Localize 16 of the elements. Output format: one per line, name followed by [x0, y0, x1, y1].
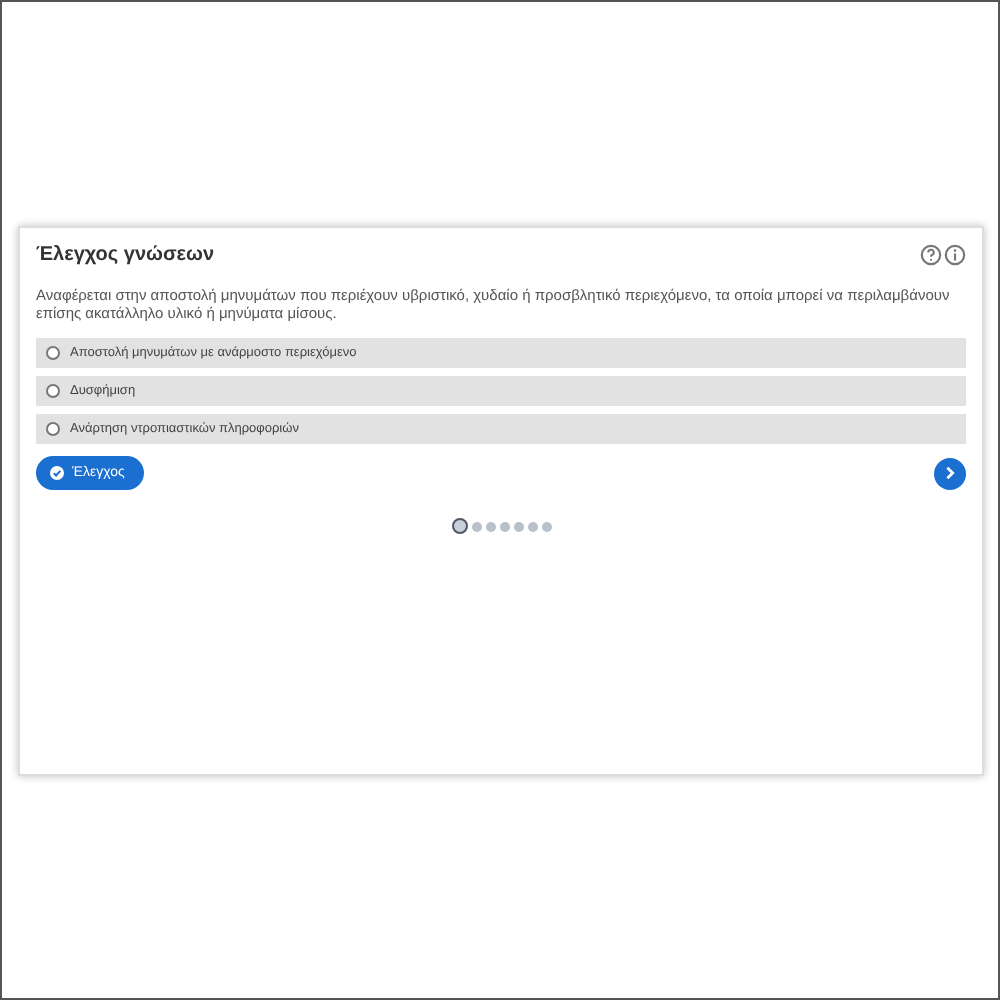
- info-icon[interactable]: [944, 244, 966, 266]
- help-icon[interactable]: [920, 244, 942, 266]
- page-dot[interactable]: [485, 521, 495, 531]
- page-dot[interactable]: [499, 521, 509, 531]
- radio-button[interactable]: [46, 384, 60, 398]
- next-button[interactable]: [934, 457, 966, 489]
- radio-button[interactable]: [46, 346, 60, 360]
- page-dot[interactable]: [513, 521, 523, 531]
- card-title: Έλεγχος γνώσεων: [36, 244, 215, 266]
- chevron-right-icon: [944, 466, 956, 480]
- check-icon: [50, 466, 64, 480]
- radio-button[interactable]: [46, 422, 60, 436]
- page-dot[interactable]: [451, 518, 467, 534]
- page-dot[interactable]: [541, 521, 551, 531]
- page-dot[interactable]: [471, 521, 481, 531]
- page-dot[interactable]: [527, 521, 537, 531]
